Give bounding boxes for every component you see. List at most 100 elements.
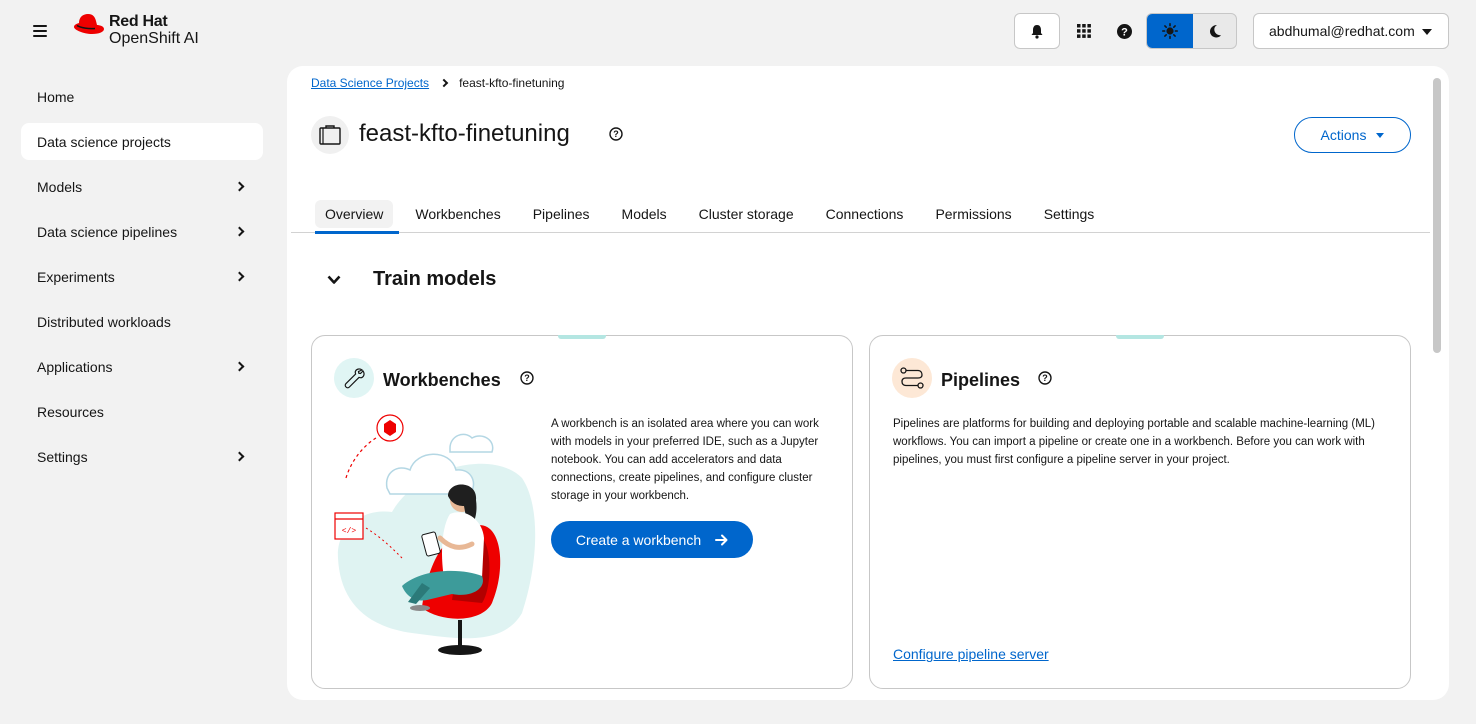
pipeline-icon: [900, 367, 924, 389]
notifications-button[interactable]: [1014, 13, 1060, 49]
chevron-right-icon: [439, 78, 449, 88]
card-title: Pipelines: [941, 370, 1021, 390]
tab-workbenches[interactable]: Workbenches: [399, 194, 516, 233]
pipelines-card: Pipelines ? Pipelines are platforms for …: [869, 335, 1411, 689]
svg-text:?: ?: [524, 373, 530, 383]
workbenches-card: Workbenches ? </> A workbench is an isol…: [311, 335, 853, 689]
card-description: A workbench is an isolated area where yo…: [551, 418, 819, 502]
svg-text:?: ?: [1121, 26, 1128, 38]
arrow-right-icon: [715, 534, 728, 545]
sidebar-item-label: Experiments: [37, 268, 115, 285]
section-collapse-toggle[interactable]: [327, 272, 341, 290]
workbench-illustration: </>: [334, 414, 536, 655]
card-description: Pipelines are platforms for building and…: [893, 418, 1376, 466]
tab-permissions[interactable]: Permissions: [919, 194, 1027, 233]
breadcrumb-link-projects[interactable]: Data Science Projects: [311, 76, 429, 90]
pipeline-icon-badge: [892, 358, 932, 398]
section-title: Train models: [373, 268, 497, 290]
sidebar-item-label: Data science pipelines: [37, 223, 178, 240]
tab-pipelines[interactable]: Pipelines: [517, 194, 606, 233]
project-icon: [311, 116, 349, 154]
help-icon[interactable]: ?: [609, 127, 623, 146]
question-circle-icon: ?: [1038, 371, 1052, 385]
create-workbench-button[interactable]: Create a workbench: [551, 521, 753, 558]
card-title: Workbenches: [383, 370, 501, 390]
card-accent-bar: [1116, 335, 1164, 339]
configure-pipeline-server-link[interactable]: Configure pipeline server: [893, 646, 1049, 662]
sidebar-nav: Home Data science projects Models Data s…: [21, 78, 263, 483]
nav-toggle-button[interactable]: [33, 25, 47, 37]
chevron-right-icon: [234, 181, 245, 192]
brand-name: Red Hat: [109, 13, 168, 30]
tab-overview[interactable]: Overview: [291, 194, 400, 234]
button-label: Create a workbench: [575, 531, 702, 548]
card-accent-bar: [558, 335, 606, 339]
brand-logo[interactable]: Red Hat OpenShift AI: [73, 13, 199, 47]
sun-icon: [1162, 23, 1178, 39]
sidebar-item-experiments[interactable]: Experiments: [21, 258, 263, 295]
tab-label: Pipelines: [532, 205, 590, 222]
sidebar-item-label: Settings: [37, 448, 88, 465]
tab-label: Models: [621, 205, 667, 222]
sidebar-item-home[interactable]: Home: [21, 78, 263, 115]
svg-text:</>: </>: [342, 527, 357, 536]
sidebar-item-applications[interactable]: Applications: [21, 348, 263, 385]
user-menu-toggle[interactable]: abdhumal@redhat.com: [1253, 13, 1449, 49]
sidebar-item-label: Applications: [37, 358, 113, 375]
question-circle-icon: ?: [609, 127, 623, 141]
moon-icon: [1209, 25, 1221, 38]
sidebar-item-models[interactable]: Models: [21, 168, 263, 205]
caret-down-icon: [1422, 29, 1432, 35]
username-label: abdhumal@redhat.com: [1269, 23, 1415, 39]
sidebar-item-label: Resources: [37, 403, 104, 420]
product-name: OpenShift AI: [109, 30, 199, 47]
question-circle-icon: ?: [1116, 23, 1132, 39]
sidebar-item-settings[interactable]: Settings: [21, 438, 263, 475]
wrench-icon: [344, 368, 365, 389]
caret-down-icon: [1376, 132, 1385, 138]
help-icon[interactable]: ?: [1038, 371, 1052, 390]
grid-icon: [1077, 24, 1091, 38]
scrollbar[interactable]: [1433, 78, 1441, 353]
theme-toggle: [1146, 13, 1237, 49]
breadcrumb: Data Science Projects feast-kfto-finetun…: [311, 76, 564, 90]
bell-icon: [1031, 24, 1043, 39]
tab-label: Settings: [1043, 205, 1095, 222]
tab-label: Workbenches: [415, 205, 501, 222]
tab-label: Permissions: [935, 205, 1012, 222]
tab-models[interactable]: Models: [606, 194, 683, 233]
actions-label: Actions: [1320, 127, 1367, 143]
dark-theme-button[interactable]: [1193, 14, 1236, 48]
page-title: feast-kfto-finetuning: [359, 120, 570, 147]
briefcase-icon: [319, 125, 341, 145]
breadcrumb-current: feast-kfto-finetuning: [459, 76, 565, 90]
tab-settings[interactable]: Settings: [1028, 194, 1111, 233]
help-button[interactable]: ?: [1101, 13, 1147, 49]
chevron-right-icon: [234, 271, 245, 282]
project-tabs: Overview Workbenches Pipelines Models Cl…: [291, 194, 1430, 234]
sidebar-item-label: Data science projects: [37, 133, 171, 150]
help-icon[interactable]: ?: [520, 371, 534, 390]
sidebar-item-distributed-workloads[interactable]: Distributed workloads: [21, 303, 263, 340]
sidebar-item-label: Distributed workloads: [37, 313, 171, 330]
light-theme-button[interactable]: [1147, 14, 1193, 48]
sidebar-item-resources[interactable]: Resources: [21, 393, 263, 430]
tab-connections[interactable]: Connections: [810, 194, 920, 233]
chevron-right-icon: [234, 361, 245, 372]
chevron-right-icon: [234, 451, 245, 462]
actions-dropdown-button[interactable]: Actions: [1294, 117, 1411, 153]
tab-label: Cluster storage: [698, 205, 794, 222]
sidebar-item-label: Home: [37, 88, 75, 105]
sidebar-item-data-science-projects[interactable]: Data science projects: [21, 123, 263, 160]
red-hat-icon: [74, 14, 104, 34]
tab-label: Connections: [825, 205, 904, 222]
svg-text:?: ?: [1042, 373, 1048, 383]
sidebar-item-label: Models: [37, 178, 83, 195]
question-circle-icon: ?: [520, 371, 534, 385]
chevron-down-icon: [327, 275, 341, 284]
svg-text:?: ?: [613, 129, 619, 139]
sidebar-item-data-science-pipelines[interactable]: Data science pipelines: [21, 213, 263, 250]
tab-label: Overview: [315, 199, 394, 228]
tab-cluster-storage[interactable]: Cluster storage: [683, 194, 810, 233]
main-panel: Data Science Projects feast-kfto-finetun…: [287, 66, 1449, 700]
